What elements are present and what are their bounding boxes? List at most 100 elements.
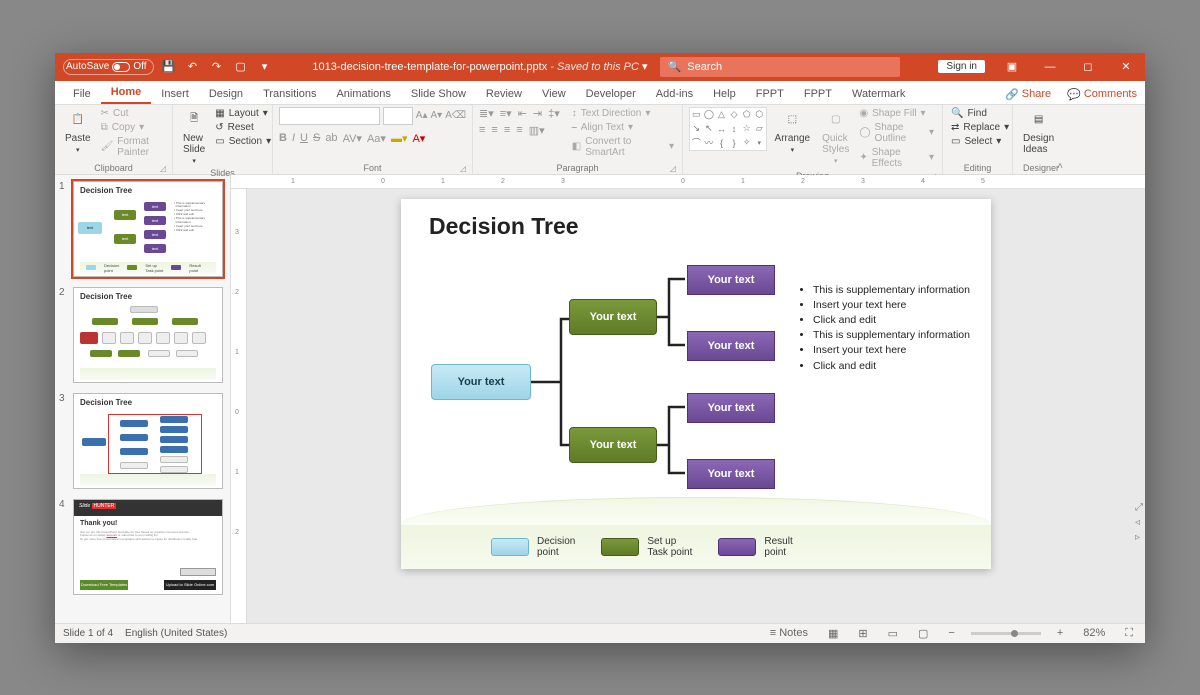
tree-leaf-node-4[interactable]: Your text xyxy=(687,459,775,489)
comments-button[interactable]: 💬 Comments xyxy=(1059,85,1145,104)
tab-slideshow[interactable]: Slide Show xyxy=(401,84,476,104)
language-status[interactable]: English (United States) xyxy=(125,628,227,639)
zoom-in-icon[interactable]: + xyxy=(1053,627,1067,639)
zoom-next-icon[interactable]: ▹ xyxy=(1135,532,1143,543)
font-size-select[interactable] xyxy=(383,107,413,125)
dialog-launcher-icon[interactable]: ◿ xyxy=(670,164,676,173)
shape-outline-button[interactable]: ◯Shape Outline ▾ xyxy=(857,121,936,145)
slide-canvas[interactable]: Decision Tree Your text Your text Your xyxy=(401,199,991,569)
maximize-icon[interactable]: ◻ xyxy=(1069,53,1107,81)
italic-button[interactable]: I xyxy=(292,132,295,144)
tab-developer[interactable]: Developer xyxy=(576,84,646,104)
select-button[interactable]: ▭Select ▾ xyxy=(949,135,1011,148)
qat-more-icon[interactable]: ▾ xyxy=(256,58,274,76)
slide-thumbnails-panel[interactable]: 1 Decision Tree text text text text text… xyxy=(55,175,231,623)
autosave-toggle[interactable]: AutoSave Off xyxy=(63,59,154,75)
columns-icon[interactable]: ▥▾ xyxy=(529,124,545,137)
case-button[interactable]: Aa▾ xyxy=(367,132,386,145)
bullets-placeholder[interactable]: This is supplementary information Insert… xyxy=(799,283,974,374)
zoom-slider[interactable] xyxy=(971,632,1041,635)
section-button[interactable]: ▭Section ▾ xyxy=(213,135,273,148)
strike-button[interactable]: S xyxy=(313,132,320,144)
slide-title[interactable]: Decision Tree xyxy=(429,213,579,240)
tree-mid-node-2[interactable]: Your text xyxy=(569,427,657,463)
align-left-icon[interactable]: ≡ xyxy=(479,124,485,136)
tab-view[interactable]: View xyxy=(532,84,576,104)
slideshow-start-icon[interactable]: ▢ xyxy=(232,58,250,76)
layout-button[interactable]: ▦Layout ▾ xyxy=(213,107,273,120)
tab-design[interactable]: Design xyxy=(199,84,253,104)
notes-button[interactable]: ≡ Notes xyxy=(766,627,812,639)
tree-mid-node-1[interactable]: Your text xyxy=(569,299,657,335)
fit-window-icon[interactable]: ⛶ xyxy=(1121,627,1137,640)
zoom-percent[interactable]: 82% xyxy=(1079,627,1109,639)
tree-root-node[interactable]: Your text xyxy=(431,364,531,400)
tab-fppt2[interactable]: FPPT xyxy=(794,84,842,104)
tab-insert[interactable]: Insert xyxy=(151,84,199,104)
minimize-icon[interactable]: — xyxy=(1031,53,1069,81)
tab-fppt1[interactable]: FPPT xyxy=(746,84,794,104)
font-family-select[interactable] xyxy=(279,107,380,125)
collapse-ribbon-icon[interactable]: ˄ xyxy=(1057,161,1063,172)
tree-leaf-node-3[interactable]: Your text xyxy=(687,393,775,423)
text-direction-button[interactable]: ↕Text Direction ▾ xyxy=(570,107,676,120)
highlight-button[interactable]: ▬▾ xyxy=(391,132,408,145)
search-input[interactable]: 🔍 Search xyxy=(660,57,900,77)
tree-leaf-node-2[interactable]: Your text xyxy=(687,331,775,361)
replace-button[interactable]: ⇄Replace ▾ xyxy=(949,121,1011,134)
normal-view-icon[interactable]: ▦ xyxy=(824,627,842,640)
increase-font-icon[interactable]: A▴ xyxy=(416,110,428,121)
shape-effects-button[interactable]: ✦Shape Effects ▾ xyxy=(857,146,936,170)
numbering-icon[interactable]: ≡▾ xyxy=(500,107,512,120)
slide-thumbnail-2[interactable]: Decision Tree xyxy=(73,287,223,383)
undo-icon[interactable]: ↶ xyxy=(184,58,202,76)
decrease-font-icon[interactable]: A▾ xyxy=(430,110,442,121)
bold-button[interactable]: B xyxy=(279,132,287,144)
reading-view-icon[interactable]: ▭ xyxy=(884,627,902,640)
font-color-button[interactable]: A▾ xyxy=(412,132,425,145)
slide-thumbnail-1[interactable]: Decision Tree text text text text text t… xyxy=(73,181,223,277)
zoom-fit-icon[interactable]: ⤢ xyxy=(1135,502,1143,513)
tab-addins[interactable]: Add-ins xyxy=(646,84,703,104)
clear-formatting-icon[interactable]: A⌫ xyxy=(445,110,466,121)
tree-leaf-node-1[interactable]: Your text xyxy=(687,265,775,295)
tab-review[interactable]: Review xyxy=(476,84,532,104)
filename[interactable]: 1013-decision-tree-template-for-powerpoi… xyxy=(312,60,647,73)
sorter-view-icon[interactable]: ⊞ xyxy=(854,627,871,640)
share-button[interactable]: 🔗 Share xyxy=(997,85,1059,104)
quick-styles-button[interactable]: ▢Quick Styles▾ xyxy=(818,107,853,167)
zoom-prev-icon[interactable]: ◃ xyxy=(1135,517,1143,528)
indent-increase-icon[interactable]: ⇥ xyxy=(533,107,542,120)
design-ideas-button[interactable]: ▤ Design Ideas xyxy=(1019,107,1058,157)
close-icon[interactable]: ✕ xyxy=(1107,53,1145,81)
copy-button[interactable]: ⧉Copy ▾ xyxy=(99,121,166,134)
cut-button[interactable]: ✂Cut xyxy=(99,107,166,120)
paste-button[interactable]: 📋 Paste▾ xyxy=(61,107,95,156)
slide-thumbnail-3[interactable]: Decision Tree xyxy=(73,393,223,489)
shadow-button[interactable]: ab xyxy=(325,132,337,144)
new-slide-button[interactable]: 🗎 New Slide▾ xyxy=(179,107,209,167)
shape-fill-button[interactable]: ◉Shape Fill ▾ xyxy=(857,107,936,120)
align-right-icon[interactable]: ≡ xyxy=(504,124,510,136)
tab-file[interactable]: File xyxy=(63,84,101,104)
align-text-button[interactable]: ⎯Align Text ▾ xyxy=(570,121,676,134)
tab-watermark[interactable]: Watermark xyxy=(842,84,915,104)
ribbon-mode-icon[interactable]: ▣ xyxy=(993,53,1031,81)
align-center-icon[interactable]: ≡ xyxy=(491,124,497,136)
bullets-icon[interactable]: ≣▾ xyxy=(479,107,494,120)
justify-icon[interactable]: ≡ xyxy=(516,124,522,136)
redo-icon[interactable]: ↷ xyxy=(208,58,226,76)
slideshow-view-icon[interactable]: ▢ xyxy=(914,627,932,640)
shapes-gallery[interactable]: ▭◯△◇⬠⬡ ↘↖↔↕☆▱ ⌒〰{}✧▾ xyxy=(689,107,767,151)
arrange-button[interactable]: ⬚Arrange▾ xyxy=(771,107,815,156)
slide-counter[interactable]: Slide 1 of 4 xyxy=(63,628,113,639)
tab-home[interactable]: Home xyxy=(101,82,152,104)
underline-button[interactable]: U xyxy=(300,132,308,144)
dialog-launcher-icon[interactable]: ◿ xyxy=(460,164,466,173)
convert-smartart-button[interactable]: ◧Convert to SmartArt ▾ xyxy=(570,135,676,159)
slide-thumbnail-4[interactable]: Slide HUNTER Thank you! Get our pro this… xyxy=(73,499,223,595)
format-painter-button[interactable]: 🖌Format Painter xyxy=(99,135,166,159)
zoom-out-icon[interactable]: − xyxy=(944,627,958,639)
dialog-launcher-icon[interactable]: ◿ xyxy=(160,164,166,173)
tab-animations[interactable]: Animations xyxy=(326,84,400,104)
